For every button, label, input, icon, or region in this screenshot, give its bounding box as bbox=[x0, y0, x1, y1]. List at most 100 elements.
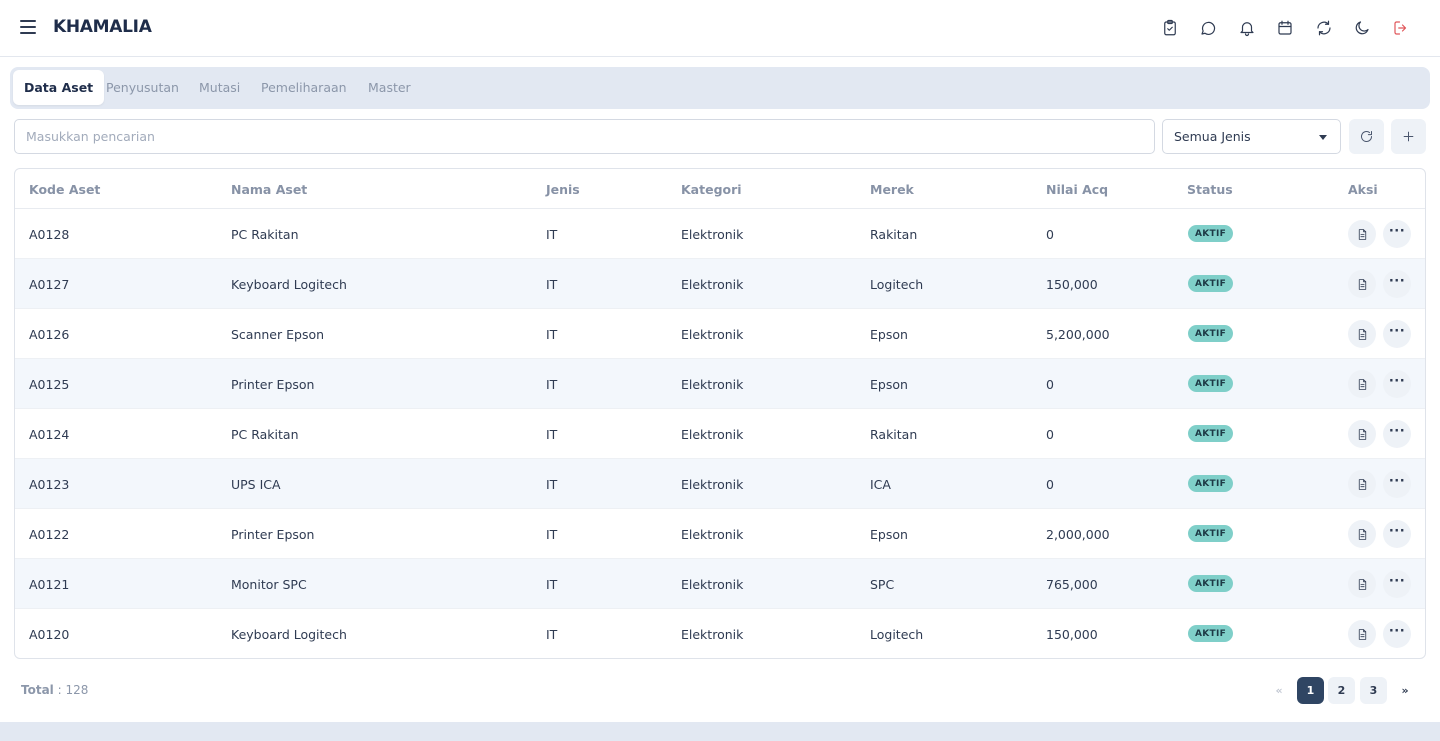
menu-icon[interactable] bbox=[20, 20, 36, 34]
add-asset-button[interactable] bbox=[1391, 119, 1426, 154]
table-row[interactable]: A0120 Keyboard Logitech IT Elektronik Logite… bbox=[15, 609, 1425, 658]
table-row[interactable]: A0122 Printer Epson IT Elektronik Epson 2,000… bbox=[15, 509, 1425, 559]
more-dots-icon: ··· bbox=[1388, 374, 1406, 389]
cell-kategori: Elektronik bbox=[681, 576, 744, 592]
view-document-button[interactable] bbox=[1348, 620, 1376, 648]
cell-kategori: Elektronik bbox=[681, 426, 744, 442]
pagination-page-3[interactable]: 3 bbox=[1360, 677, 1387, 704]
moon-icon[interactable] bbox=[1350, 16, 1374, 40]
calendar-icon[interactable] bbox=[1273, 16, 1297, 40]
cell-jenis: IT bbox=[546, 576, 558, 592]
cell-nama: PC Rakitan bbox=[231, 426, 299, 442]
cell-merek: Logitech bbox=[870, 276, 924, 292]
clipboard-check-icon[interactable] bbox=[1158, 16, 1182, 40]
top-bar: KHAMALIA bbox=[0, 0, 1440, 57]
total-label: Total bbox=[21, 683, 54, 697]
pagination-page-2[interactable]: 2 bbox=[1328, 677, 1355, 704]
cell-kode: A0127 bbox=[29, 276, 70, 292]
table-row[interactable]: A0128 PC Rakitan IT Elektronik Rakitan 0 AKTIF… bbox=[15, 209, 1425, 259]
cell-merek: Epson bbox=[870, 526, 908, 542]
more-actions-button[interactable]: ··· bbox=[1383, 470, 1411, 498]
search-input[interactable] bbox=[14, 119, 1155, 154]
cell-merek: Epson bbox=[870, 326, 908, 342]
table-row[interactable]: A0127 Keyboard Logitech IT Elektronik Logite… bbox=[15, 259, 1425, 309]
table-row[interactable]: A0121 Monitor SPC IT Elektronik SPC 765,000 AK… bbox=[15, 559, 1425, 609]
cell-nama: Monitor SPC bbox=[231, 576, 307, 592]
plus-icon bbox=[1403, 131, 1414, 142]
table-row[interactable]: A0126 Scanner Epson IT Elektronik Epson 5,200… bbox=[15, 309, 1425, 359]
cell-jenis: IT bbox=[546, 276, 558, 292]
status-badge: AKTIF bbox=[1188, 375, 1234, 392]
pagination-prev[interactable]: « bbox=[1269, 677, 1289, 704]
more-actions-button[interactable]: ··· bbox=[1383, 420, 1411, 448]
table-row[interactable]: A0123 UPS ICA IT Elektronik ICA 0 AKTIF ··· bbox=[15, 459, 1425, 509]
column-header-kode: Kode Aset bbox=[29, 181, 101, 197]
document-icon bbox=[1358, 378, 1366, 390]
view-document-button[interactable] bbox=[1348, 570, 1376, 598]
cell-kategori: Elektronik bbox=[681, 376, 744, 392]
sync-icon[interactable] bbox=[1312, 16, 1336, 40]
cell-merek: Rakitan bbox=[870, 226, 918, 242]
view-document-button[interactable] bbox=[1348, 270, 1376, 298]
more-actions-button[interactable]: ··· bbox=[1383, 270, 1411, 298]
more-actions-button[interactable]: ··· bbox=[1383, 570, 1411, 598]
cell-nilai: 765,000 bbox=[1046, 576, 1098, 592]
cell-merek: Logitech bbox=[870, 626, 924, 642]
tab-master[interactable]: Master bbox=[357, 70, 422, 105]
pagination-page-1[interactable]: 1 bbox=[1297, 677, 1324, 704]
column-header-aksi: Aksi bbox=[1348, 181, 1378, 197]
cell-kode: A0125 bbox=[29, 376, 70, 392]
status-badge: AKTIF bbox=[1188, 225, 1234, 242]
view-document-button[interactable] bbox=[1348, 370, 1376, 398]
tab-mutasi[interactable]: Mutasi bbox=[188, 70, 251, 105]
status-badge: AKTIF bbox=[1188, 325, 1234, 342]
cell-nilai: 2,000,000 bbox=[1046, 526, 1110, 542]
bottom-bar bbox=[0, 722, 1440, 741]
more-actions-button[interactable]: ··· bbox=[1383, 320, 1411, 348]
pagination-next[interactable]: » bbox=[1395, 677, 1415, 704]
more-dots-icon: ··· bbox=[1388, 274, 1406, 289]
view-document-button[interactable] bbox=[1348, 320, 1376, 348]
refresh-icon bbox=[1361, 131, 1373, 142]
refresh-button[interactable] bbox=[1349, 119, 1384, 154]
more-actions-button[interactable]: ··· bbox=[1383, 620, 1411, 648]
view-document-button[interactable] bbox=[1348, 470, 1376, 498]
app-title: KHAMALIA bbox=[53, 17, 152, 37]
logout-icon[interactable] bbox=[1389, 16, 1413, 40]
cell-jenis: IT bbox=[546, 476, 558, 492]
cell-nilai: 0 bbox=[1046, 476, 1054, 492]
cell-kategori: Elektronik bbox=[681, 326, 744, 342]
status-badge: AKTIF bbox=[1188, 275, 1234, 292]
cell-nilai: 0 bbox=[1046, 426, 1054, 442]
bell-icon[interactable] bbox=[1235, 16, 1259, 40]
cell-nama: Scanner Epson bbox=[231, 326, 325, 342]
document-icon bbox=[1358, 528, 1366, 540]
cell-kategori: Elektronik bbox=[681, 226, 744, 242]
more-actions-button[interactable]: ··· bbox=[1383, 520, 1411, 548]
view-document-button[interactable] bbox=[1348, 520, 1376, 548]
view-document-button[interactable] bbox=[1348, 220, 1376, 248]
tab-penyusutan[interactable]: Penyusutan bbox=[95, 70, 190, 105]
cell-jenis: IT bbox=[546, 426, 558, 442]
cell-kode: A0124 bbox=[29, 426, 70, 442]
cell-nama: Keyboard Logitech bbox=[231, 276, 347, 292]
cell-kategori: Elektronik bbox=[681, 276, 744, 292]
table-row[interactable]: A0125 Printer Epson IT Elektronik Epson 0 AKTI… bbox=[15, 359, 1425, 409]
cell-merek: ICA bbox=[870, 476, 891, 492]
document-icon bbox=[1358, 428, 1366, 440]
more-actions-button[interactable]: ··· bbox=[1383, 370, 1411, 398]
tab-data-aset[interactable]: Data Aset bbox=[13, 70, 105, 105]
more-dots-icon: ··· bbox=[1388, 324, 1406, 339]
view-document-button[interactable] bbox=[1348, 420, 1376, 448]
cell-kode: A0121 bbox=[29, 576, 70, 592]
total-count: Total : 128 bbox=[21, 683, 88, 697]
jenis-filter-select[interactable]: Semua Jenis bbox=[1162, 119, 1341, 154]
chat-icon[interactable] bbox=[1196, 16, 1220, 40]
tab-pemeliharaan[interactable]: Pemeliharaan bbox=[250, 70, 358, 105]
cell-nama: Keyboard Logitech bbox=[231, 626, 347, 642]
status-badge: AKTIF bbox=[1188, 575, 1234, 592]
table-row[interactable]: A0124 PC Rakitan IT Elektronik Rakitan 0 AKTIF… bbox=[15, 409, 1425, 459]
more-actions-button[interactable]: ··· bbox=[1383, 220, 1411, 248]
document-icon bbox=[1358, 228, 1366, 240]
cell-nama: Printer Epson bbox=[231, 526, 315, 542]
